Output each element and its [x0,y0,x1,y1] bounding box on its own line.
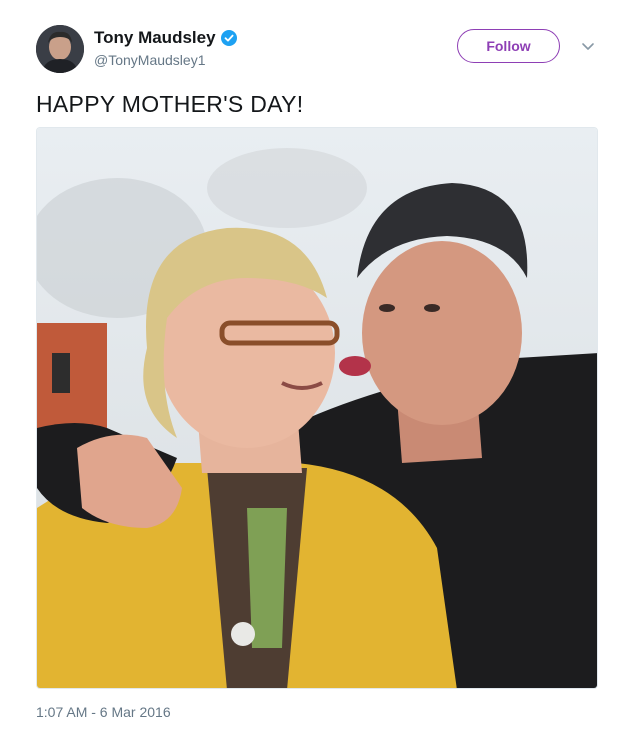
author-display-name[interactable]: Tony Maudsley [94,28,216,48]
chevron-down-icon[interactable] [580,40,596,52]
avatar-photo [36,25,84,73]
author-name-row[interactable]: Tony Maudsley [94,28,237,48]
tweet-text: HAPPY MOTHER'S DAY! [36,91,304,117]
verified-badge-icon [220,30,237,46]
tweet-timestamp[interactable]: 1:07 AM - 6 Mar 2016 [36,703,171,721]
tweet-photo[interactable] [36,127,598,689]
author-avatar[interactable] [36,25,84,73]
photo-illustration [37,128,597,688]
author-handle[interactable]: @TonyMaudsley1 [94,51,206,69]
follow-button[interactable]: Follow [457,29,560,63]
